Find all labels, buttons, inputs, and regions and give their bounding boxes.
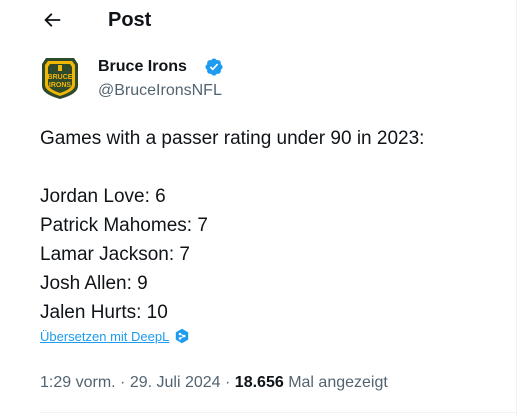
verified-badge-icon[interactable]: [204, 57, 224, 77]
arrow-left-icon: [44, 13, 61, 27]
column-border: [516, 0, 517, 416]
translate-row: Übersetzen mit DeepL: [40, 326, 190, 346]
avatar-text-line2: IRONS: [49, 82, 72, 89]
views-count: 18.656: [234, 374, 284, 391]
translate-link[interactable]: Übersetzen mit DeepL: [40, 329, 169, 344]
post-meta: 1:29 vorm. · 29. Juli 2024 · 18.656 Mal …: [40, 372, 388, 394]
tweet-line: Patrick Mahomes: 7: [40, 215, 208, 236]
tweet-line: Jordan Love: 6: [40, 186, 166, 207]
page-title: Post: [108, 9, 152, 31]
post-date[interactable]: 29. Juli 2024: [130, 374, 221, 391]
back-button[interactable]: [36, 4, 68, 36]
views-label: Mal angezeigt: [288, 374, 388, 391]
post-time[interactable]: 1:29 vorm.: [40, 374, 116, 391]
tweet-line: Lamar Jackson: 7: [40, 244, 190, 265]
tweet-text: Games with a passer rating under 90 in 2…: [40, 124, 510, 327]
meta-separator: ·: [120, 374, 126, 391]
deepl-icon[interactable]: [174, 328, 190, 344]
post-page: Post BRUCE IRONS Bruce Irons @BruceIrons…: [0, 0, 526, 416]
tweet-line: Jalen Hurts: 10: [40, 302, 168, 323]
post-header: Post: [0, 0, 516, 42]
tweet-line: Games with a passer rating under 90 in 2…: [40, 128, 425, 149]
avatar-text-line1: BRUCE: [48, 74, 73, 81]
divider: [40, 412, 516, 413]
meta-separator: ·: [225, 374, 231, 391]
author-handle[interactable]: @BruceIronsNFL: [98, 80, 222, 102]
tweet-line: Josh Allen: 9: [40, 273, 148, 294]
avatar[interactable]: BRUCE IRONS: [40, 56, 80, 100]
author-display-name[interactable]: Bruce Irons: [98, 56, 187, 78]
